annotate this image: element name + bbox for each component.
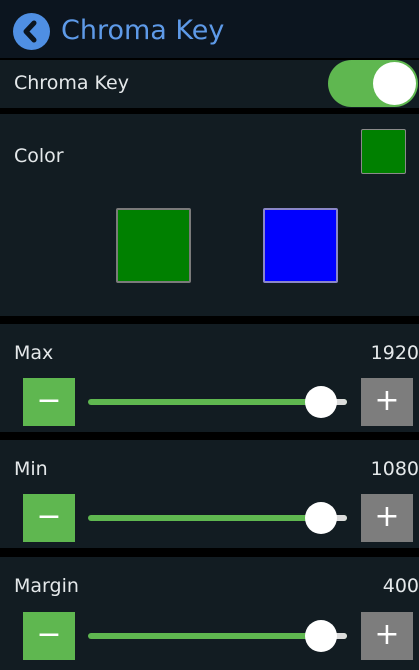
back-button[interactable] [13,13,50,50]
min-value: 1080 [370,458,419,480]
color-label: Color [14,145,64,167]
current-color-swatch[interactable] [361,129,406,174]
margin-decrement-button[interactable]: − [23,612,75,660]
chroma-key-label: Chroma Key [14,72,129,94]
page-title: Chroma Key [61,15,225,46]
min-decrement-button[interactable]: − [23,494,75,542]
max-label: Max [14,342,54,364]
max-value: 1920 [370,342,419,364]
min-label: Min [14,458,48,480]
slider-panel-margin: Margin 400 − + [0,557,419,670]
max-slider-thumb[interactable] [305,386,338,418]
chroma-key-screen: Chroma Key Chroma Key Color Max 1920 − +… [0,0,419,670]
min-slider-thumb[interactable] [305,502,338,534]
max-increment-button[interactable]: + [361,378,413,426]
chevron-left-icon [23,20,37,43]
margin-increment-button[interactable]: + [361,612,413,660]
color-option-green[interactable] [116,208,191,283]
min-increment-button[interactable]: + [361,494,413,542]
chroma-key-toggle[interactable] [328,60,418,107]
margin-value: 400 [382,575,419,597]
color-option-blue[interactable] [263,208,338,283]
slider-panel-min: Min 1080 − + [0,440,419,548]
color-panel: Color [0,114,419,316]
toggle-knob [373,62,416,105]
max-decrement-button[interactable]: − [23,378,75,426]
slider-panel-max: Max 1920 − + [0,324,419,432]
header-bar: Chroma Key [0,0,419,58]
margin-slider-thumb[interactable] [305,620,338,652]
margin-label: Margin [14,575,79,597]
